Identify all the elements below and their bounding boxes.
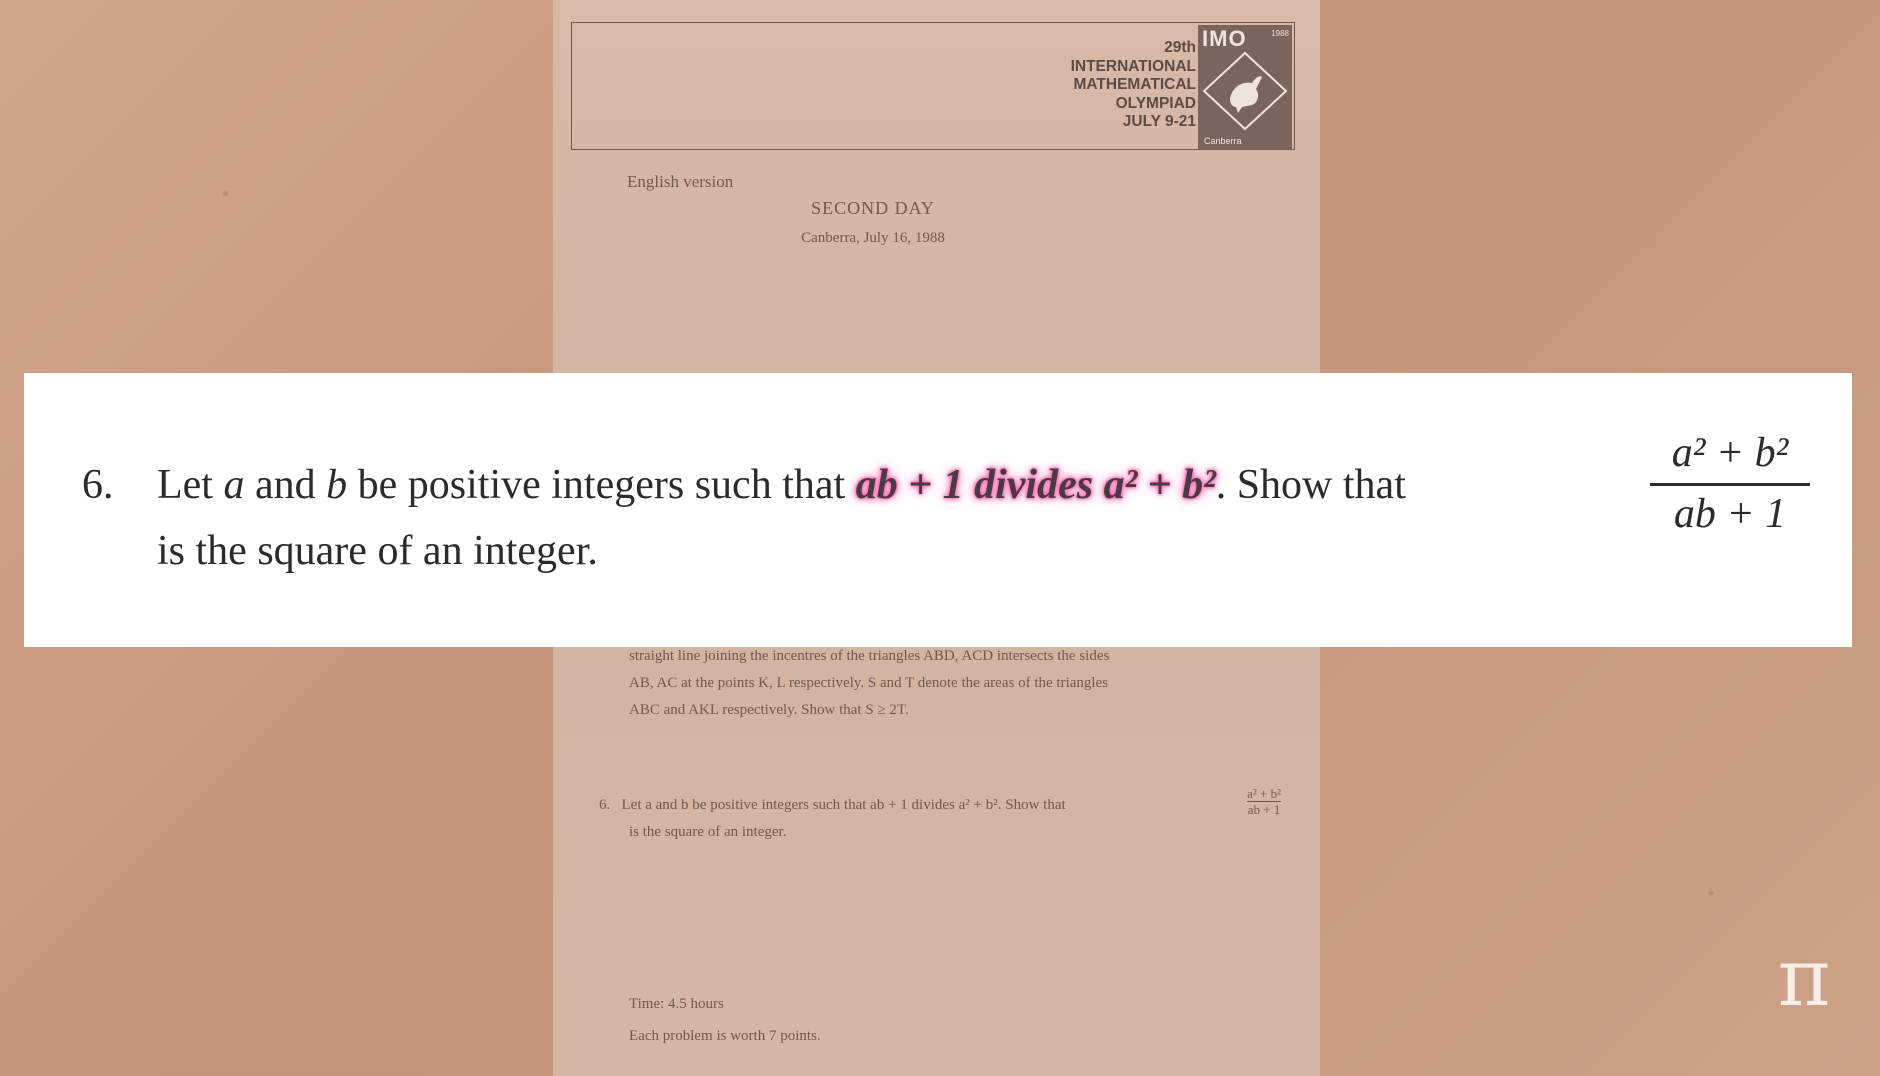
fraction-numerator: a² + b² xyxy=(1671,430,1789,476)
banner-text: . Show that xyxy=(1215,462,1406,508)
problem-5-line: ABC and AKL respectively. Show that S ≥ … xyxy=(629,702,909,718)
banner-text: and xyxy=(244,462,327,508)
problem-6-number: 6. xyxy=(599,797,611,813)
exam-day: SECOND DAY xyxy=(811,198,935,218)
fraction-numerator: a² + b² xyxy=(1247,786,1281,801)
imo-dates: JULY 9-21 xyxy=(1122,113,1196,130)
kangaroo-map-icon xyxy=(1202,51,1288,131)
imo-edition: 29th xyxy=(1164,39,1196,56)
highlighted-condition: ab + 1 divides a² + b² xyxy=(855,462,1216,508)
exam-time: Time: 4.5 hours xyxy=(629,996,724,1012)
exam-points: Each problem is worth 7 points. xyxy=(629,1028,821,1044)
banner-text: Let xyxy=(157,462,224,508)
exam-place-date: Canberra, July 16, 1988 xyxy=(801,230,945,246)
imo-logo-year: 1988 xyxy=(1271,29,1289,38)
banner-problem-number: 6. xyxy=(82,462,114,508)
problem-6-line1: Let a and b be positive integers such th… xyxy=(621,797,1066,813)
banner-fraction: a² + b² ab + 1 xyxy=(1650,429,1810,538)
imo-header-box: 29th INTERNATIONAL MATHEMATICAL OLYMPIAD… xyxy=(571,22,1295,150)
variable-a: a xyxy=(223,462,245,508)
language-version: English version xyxy=(627,172,734,191)
problem-6-fraction: a² + b² ab + 1 xyxy=(1247,786,1281,817)
problem-5-line: straight line joining the incentres of t… xyxy=(629,648,1110,664)
imo-line-international: INTERNATIONAL xyxy=(1070,57,1196,75)
problem-6-banner: 6. Let a and b be positive integers such… xyxy=(24,373,1852,647)
banner-text: be positive integers such that xyxy=(347,462,856,508)
fraction-denominator: ab + 1 xyxy=(1673,491,1787,537)
imo-line-olympiad: OLYMPIAD xyxy=(1115,94,1196,112)
problem-6-line2: is the square of an integer. xyxy=(629,824,787,840)
banner-line2: is the square of an integer. xyxy=(157,528,598,574)
fraction-denominator: ab + 1 xyxy=(1247,801,1281,817)
problem-6-original: 6. Let a and b be positive integers such… xyxy=(599,786,1299,846)
imo-logo: IMO 1988 Canberra xyxy=(1198,25,1292,149)
problem-5-fragment: straight line joining the incentres of t… xyxy=(629,643,1289,724)
imo-logo-city: Canberra xyxy=(1204,136,1242,146)
variable-b: b xyxy=(326,462,348,508)
imo-title: 29th INTERNATIONAL MATHEMATICAL OLYMPIAD… xyxy=(1071,39,1196,132)
fraction-bar xyxy=(1650,483,1810,486)
problem-5-line: AB, AC at the points K, L respectively. … xyxy=(629,675,1109,691)
pi-logo-icon: π xyxy=(1777,931,1831,1024)
banner-line1: Let a and b be positive integers such th… xyxy=(157,461,1406,509)
imo-logo-word: IMO xyxy=(1202,26,1247,51)
imo-line-mathematical: MATHEMATICAL xyxy=(1073,76,1196,93)
